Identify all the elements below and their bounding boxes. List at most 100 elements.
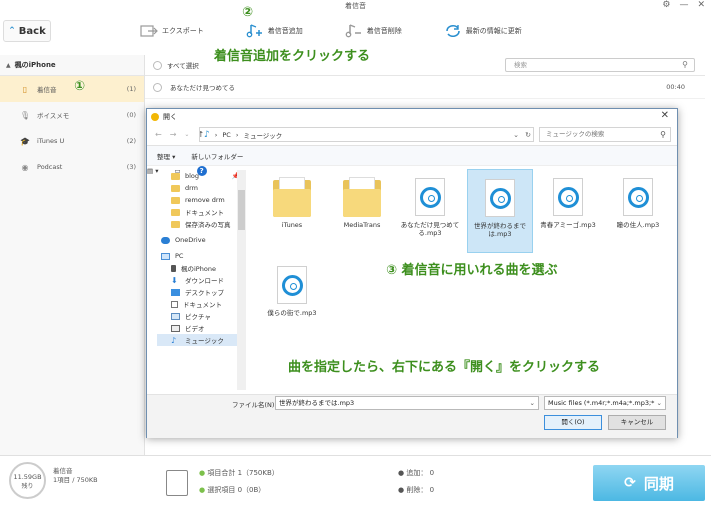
- nav-item-folder[interactable]: 保存済みの写真: [157, 218, 244, 230]
- forward-arrow-icon[interactable]: →: [170, 130, 177, 139]
- nav-item-folder[interactable]: drm: [157, 182, 244, 194]
- open-button[interactable]: 開く(O): [544, 415, 602, 430]
- file-type-select[interactable]: Music files (*.m4r;*.m4a;*.mp3;* ⌄: [544, 396, 666, 410]
- select-all-checkbox[interactable]: [153, 60, 162, 70]
- nav-item-documents[interactable]: ドキュメント: [157, 298, 244, 310]
- close-icon[interactable]: ✕: [661, 110, 669, 121]
- address-bar[interactable]: ♪ › PC › ミュージック ⌄ ↻: [199, 127, 534, 142]
- sidebar-item-count: (0): [126, 111, 136, 119]
- video-icon: [171, 324, 180, 332]
- breadcrumb-music[interactable]: ミュージック: [243, 130, 282, 140]
- nav-item-downloads[interactable]: ⬇ ダウンロード: [157, 274, 244, 286]
- chevron-down-icon[interactable]: ⌄: [530, 397, 535, 409]
- export-icon: [140, 25, 158, 37]
- refresh-label: 最新の情報に更新: [465, 27, 522, 35]
- sidebar-item-voice-memos[interactable]: 🎙 ボイスメモ (0): [0, 102, 144, 128]
- chevron-up-icon: ⌃: [8, 26, 16, 36]
- organize-button[interactable]: 整理 ▾: [157, 151, 175, 161]
- phone-icon: [171, 264, 176, 272]
- total-items: 項目合計 1（750KB）: [207, 469, 279, 477]
- breadcrumb-pc[interactable]: PC: [222, 131, 230, 139]
- app-logo-icon: [151, 112, 159, 121]
- minimize-icon[interactable]: —: [679, 0, 688, 10]
- search-icon[interactable]: ⚲: [682, 59, 688, 71]
- toolbar: エクスポート 着信音追加 着信音削除 最新の情報に更新: [140, 24, 564, 38]
- file-item-folder[interactable]: MediaTrans: [329, 173, 395, 229]
- music-icon: ♪: [204, 129, 210, 140]
- sidebar-item-itunes-u[interactable]: 🎓 iTunes U (2): [0, 128, 144, 154]
- deleted-count: 削除： 0: [406, 486, 435, 494]
- search-input[interactable]: 検索 ⚲: [505, 58, 695, 72]
- annotation-step2: ②: [242, 5, 254, 20]
- annotation-step4-text: 曲を指定したら、右下にある『開く』をクリックする: [288, 360, 601, 375]
- search-icon[interactable]: ⚲: [660, 128, 666, 141]
- file-item-music[interactable]: 瞳の住人.mp3: [605, 173, 671, 229]
- row-checkbox[interactable]: [153, 82, 162, 92]
- sync-icon: ⟳: [624, 475, 636, 491]
- file-name: 青春アミーゴ.mp3: [540, 221, 596, 229]
- file-item-folder[interactable]: iTunes: [259, 173, 325, 229]
- add-ringtone-button[interactable]: 着信音追加: [246, 24, 303, 38]
- cancel-button[interactable]: キャンセル: [608, 415, 666, 430]
- export-label: エクスポート: [162, 27, 204, 35]
- select-all-label: すべて選択: [167, 62, 199, 70]
- music-file-icon: [485, 179, 515, 217]
- dialog-search-input[interactable]: ミュージックの検索 ⚲: [539, 127, 671, 142]
- nav-item-folder[interactable]: ドキュメント: [157, 206, 244, 218]
- back-arrow-icon[interactable]: ←: [155, 130, 162, 139]
- list-item[interactable]: あなただけ見つめてる 00:40: [145, 76, 705, 99]
- file-name: 僕らの街で.mp3: [267, 309, 317, 317]
- file-name: iTunes: [281, 221, 303, 229]
- filename-input[interactable]: 世界が終わるまでは.mp3 ⌄: [275, 396, 539, 410]
- chevron-down-icon[interactable]: ⌄: [184, 131, 189, 138]
- sync-button[interactable]: ⟳ 同期: [593, 465, 705, 501]
- desktop-icon: [171, 288, 180, 296]
- settings-icon[interactable]: ⚙: [662, 0, 670, 10]
- music-icon: ♪: [171, 335, 177, 345]
- close-icon[interactable]: ✕: [697, 0, 705, 10]
- storage-summary: 着信音 1項目 / 750KB: [53, 467, 98, 485]
- device-name: 楓のiPhone: [14, 61, 56, 69]
- storage-size: 11.59GB: [13, 473, 42, 481]
- file-item-music-selected[interactable]: 世界が終わるまでは.mp3: [467, 169, 533, 253]
- export-button[interactable]: エクスポート: [140, 24, 204, 38]
- back-button[interactable]: ⌃ Back: [3, 20, 51, 42]
- nav-item-folder[interactable]: remove drm: [157, 194, 244, 206]
- delete-ringtone-label: 着信音削除: [366, 27, 402, 35]
- delete-ringtone-button[interactable]: 着信音削除: [345, 24, 402, 38]
- nav-item-onedrive[interactable]: OneDrive: [157, 234, 244, 246]
- nav-item-folder[interactable]: blog 📌: [157, 170, 244, 182]
- scrollbar-thumb[interactable]: [238, 190, 245, 230]
- sidebar-item-podcast[interactable]: ◉ Podcast (3): [0, 154, 144, 180]
- bell-icon: ▯: [22, 84, 28, 94]
- nav-item-pc[interactable]: PC: [157, 250, 244, 262]
- ringtone-label: 着信音: [53, 467, 73, 475]
- chevron-down-icon[interactable]: ⌄: [657, 397, 662, 409]
- sidebar-item-label: 着信音: [37, 86, 57, 94]
- microphone-icon: 🎙: [20, 110, 31, 120]
- new-folder-button[interactable]: 新しいフォルダー: [191, 151, 243, 161]
- sidebar-item-ringtones[interactable]: ▯ 着信音 (1): [0, 76, 144, 102]
- nav-item-iphone[interactable]: 楓のiPhone: [157, 262, 244, 274]
- sync-stats: ● 追加： 0 ● 削除： 0: [398, 469, 435, 494]
- sidebar-item-label: ボイスメモ: [37, 112, 70, 120]
- nav-item-desktop[interactable]: デスクトップ: [157, 286, 244, 298]
- folder-icon: [171, 220, 180, 228]
- file-item-music[interactable]: あなただけ見つめてる.mp3: [397, 173, 463, 237]
- file-item-music[interactable]: 青春アミーゴ.mp3: [535, 173, 601, 229]
- nav-item-videos[interactable]: ビデオ: [157, 322, 244, 334]
- nav-scrollbar[interactable]: [237, 170, 246, 390]
- file-item-music[interactable]: 僕らの街で.mp3: [259, 261, 325, 317]
- nav-item-pictures[interactable]: ピクチャ: [157, 310, 244, 322]
- music-file-icon: [277, 266, 307, 304]
- refresh-button[interactable]: 最新の情報に更新: [444, 24, 522, 38]
- podcast-icon: ◉: [21, 162, 29, 172]
- chevron-down-icon[interactable]: ⌄: [513, 131, 519, 139]
- device-header[interactable]: ▲ 楓のiPhone: [0, 55, 144, 76]
- file-name: あなただけ見つめてる.mp3: [400, 221, 460, 237]
- folder-icon: [171, 208, 180, 216]
- sidebar: ▲ 楓のiPhone ▯ 着信音 (1) 🎙 ボイスメモ (0) 🎓 iTune…: [0, 55, 145, 455]
- refresh-icon[interactable]: ↻: [525, 131, 531, 139]
- nav-item-music[interactable]: ♪ ミュージック: [157, 334, 244, 346]
- refresh-icon: [445, 24, 460, 38]
